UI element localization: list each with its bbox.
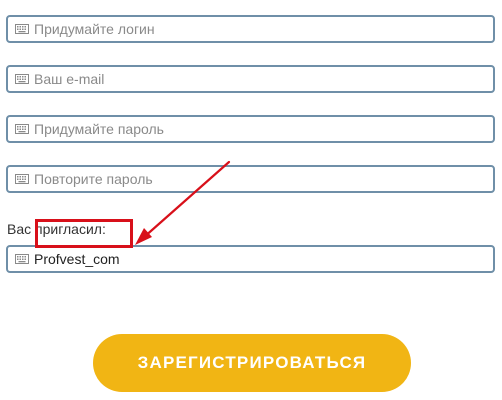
keyboard-icon (15, 24, 29, 34)
keyboard-icon (15, 124, 29, 134)
email-input[interactable] (34, 68, 474, 90)
referrer-label: Вас пригласил: (7, 221, 106, 237)
referrer-field[interactable] (6, 245, 495, 273)
keyboard-icon (15, 74, 29, 84)
referrer-input[interactable] (34, 248, 474, 270)
password-input[interactable] (34, 118, 474, 140)
email-field[interactable] (6, 65, 495, 93)
keyboard-icon (15, 174, 29, 184)
password-repeat-field[interactable] (6, 165, 495, 193)
register-button[interactable]: ЗАРЕГИСТРИРОВАТЬСЯ (93, 334, 411, 392)
keyboard-icon (15, 254, 29, 264)
password-repeat-input[interactable] (34, 168, 474, 190)
login-field[interactable] (6, 15, 495, 43)
password-field[interactable] (6, 115, 495, 143)
login-input[interactable] (34, 18, 474, 40)
